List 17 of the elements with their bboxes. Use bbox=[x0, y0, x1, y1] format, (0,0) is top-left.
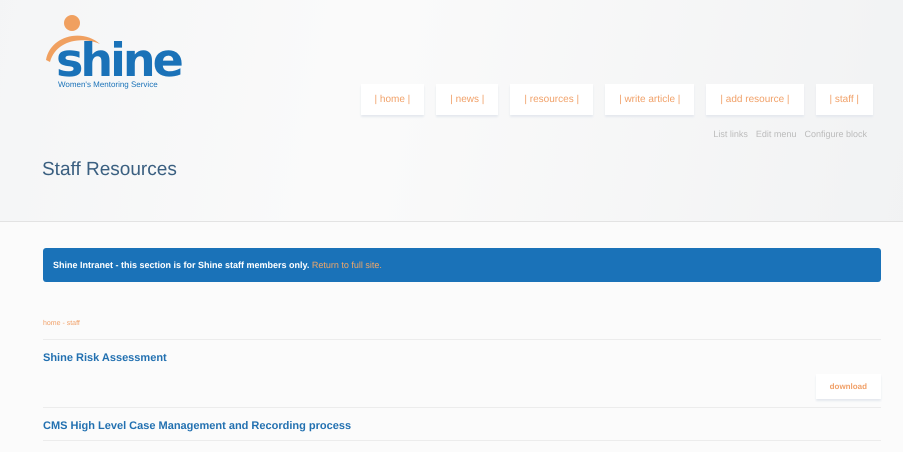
nav-link[interactable]: | news | bbox=[436, 84, 498, 115]
nav-link[interactable]: | resources | bbox=[510, 84, 594, 115]
nav-link[interactable]: | add resource | bbox=[706, 84, 804, 115]
logo-wordmark: shine bbox=[56, 40, 182, 80]
nav-link[interactable]: | write article | bbox=[605, 84, 694, 115]
return-link[interactable]: Return to full site. bbox=[312, 260, 382, 270]
notice-text: Shine Intranet - this section is for Shine staff members only. bbox=[53, 260, 310, 270]
block-link[interactable]: Edit menu bbox=[756, 129, 796, 139]
nav-link[interactable]: | home | bbox=[360, 84, 424, 115]
page-title: Staff Resources bbox=[42, 159, 178, 181]
block-link[interactable]: Configure block bbox=[804, 129, 867, 139]
resource-title[interactable]: Shine Risk Assessment bbox=[43, 352, 881, 364]
logo-tagline: Women's Mentoring Service bbox=[58, 80, 159, 89]
block-link[interactable]: List links bbox=[713, 129, 748, 139]
download-button[interactable]: download bbox=[816, 374, 881, 399]
resource-title[interactable]: CMS High Level Case Management and Recording process bbox=[43, 420, 881, 432]
nav-link[interactable]: | staff | bbox=[816, 84, 873, 115]
